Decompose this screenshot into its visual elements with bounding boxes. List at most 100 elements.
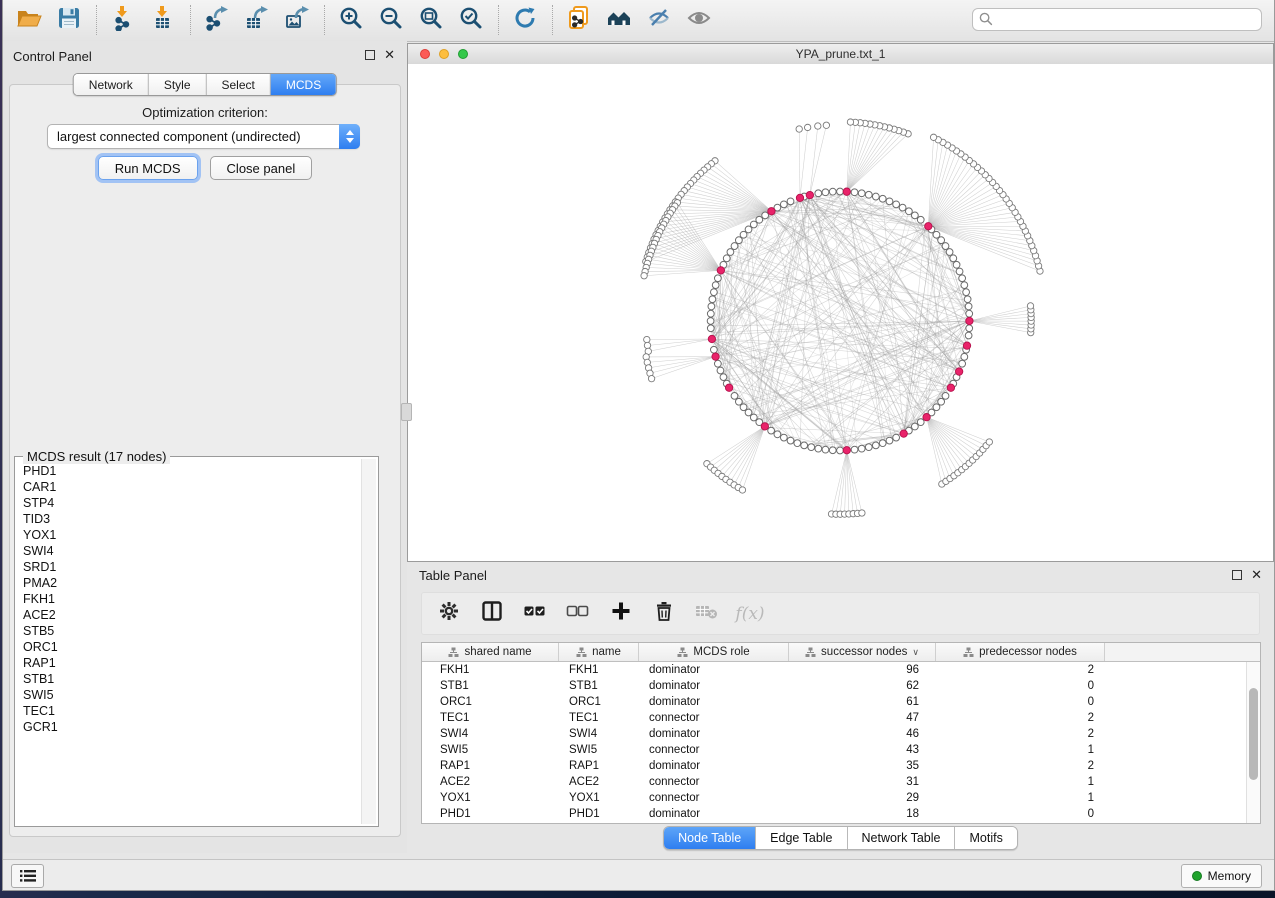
network-canvas[interactable] — [408, 64, 1273, 561]
import-table-button[interactable] — [143, 4, 183, 36]
import-table-icon — [150, 5, 176, 36]
network-window-titlebar[interactable]: YPA_prune.txt_1 — [408, 44, 1273, 65]
run-mcds-button[interactable]: Run MCDS — [98, 156, 198, 180]
toolbar-separator — [552, 5, 553, 35]
table-cell: SWI4 — [559, 728, 639, 740]
panel-divider-grip[interactable] — [401, 403, 412, 421]
column-header-shared-name[interactable]: shared name — [422, 643, 559, 661]
network-graph[interactable] — [408, 64, 1273, 561]
mcds-result-item[interactable]: FKH1 — [17, 591, 360, 607]
table-row[interactable]: ORC1ORC1dominator610 — [422, 694, 1260, 710]
refresh-icon — [512, 5, 538, 36]
table-tab-motifs[interactable]: Motifs — [955, 827, 1016, 849]
table-row[interactable]: SWI4SWI4dominator462 — [422, 726, 1260, 742]
table-row[interactable]: YOX1YOX1connector291 — [422, 790, 1260, 806]
control-panel: Control Panel ✕ NetworkStyleSelectMCDS O… — [3, 41, 407, 853]
mcds-result-list[interactable]: PHD1CAR1STP4TID3YOX1SWI4SRD1PMA2FKH1ACE2… — [17, 463, 360, 824]
mcds-list-scrollbar[interactable] — [361, 459, 376, 824]
column-tree-icon — [805, 647, 816, 658]
table-row[interactable]: ACE2ACE2connector311 — [422, 774, 1260, 790]
share-document-button[interactable] — [559, 4, 599, 36]
table-cell: SWI5 — [559, 744, 639, 756]
mcds-result-item[interactable]: SRD1 — [17, 559, 360, 575]
float-table-panel-icon[interactable] — [1232, 570, 1242, 580]
create-column-button[interactable] — [609, 602, 633, 626]
mcds-result-item[interactable]: YOX1 — [17, 527, 360, 543]
table-mode-gear-icon — [438, 600, 460, 627]
zoom-out-button[interactable] — [371, 4, 411, 36]
save-session-icon — [56, 5, 82, 36]
close-panel-icon[interactable]: ✕ — [384, 50, 395, 60]
table-tab-node-table[interactable]: Node Table — [664, 827, 756, 849]
table-tab-edge-table[interactable]: Edge Table — [756, 827, 847, 849]
mcds-result-item[interactable]: RAP1 — [17, 655, 360, 671]
table-row[interactable]: RAP1RAP1dominator352 — [422, 758, 1260, 774]
deselect-all-columns-button[interactable] — [566, 602, 590, 626]
close-panel-button[interactable]: Close panel — [210, 156, 313, 180]
zoom-selected-button[interactable] — [451, 4, 491, 36]
mcds-result-item[interactable]: ORC1 — [17, 639, 360, 655]
control-panel-tab-select[interactable]: Select — [207, 74, 271, 95]
mcds-result-item[interactable]: CAR1 — [17, 479, 360, 495]
mcds-result-item[interactable]: TEC1 — [17, 703, 360, 719]
delete-column-button[interactable] — [652, 602, 676, 626]
open-file-button[interactable] — [9, 4, 49, 36]
mcds-result-item[interactable]: GCR1 — [17, 719, 360, 735]
zoom-fit-button[interactable] — [411, 4, 451, 36]
show-log-button[interactable] — [11, 864, 44, 888]
export-network-button[interactable] — [197, 4, 237, 36]
column-header-mcds-role[interactable]: MCDS role — [639, 643, 789, 661]
export-table-button[interactable] — [237, 4, 277, 36]
refresh-button[interactable] — [505, 4, 545, 36]
mcds-result-item[interactable]: ACE2 — [17, 607, 360, 623]
select-all-columns-button[interactable] — [523, 602, 547, 626]
table-cell: 1 — [936, 792, 1105, 804]
table-scrollbar-thumb[interactable] — [1249, 688, 1258, 780]
criterion-dropdown-value: largest connected component (undirected) — [57, 129, 301, 144]
birds-eye-button[interactable] — [679, 4, 719, 36]
table-row[interactable]: STB1STB1dominator620 — [422, 678, 1260, 694]
toggle-graphics-details-button[interactable] — [639, 4, 679, 36]
table-cell: YOX1 — [559, 792, 639, 804]
delete-table-button — [695, 602, 719, 626]
table-cell: 1 — [936, 776, 1105, 788]
export-image-button[interactable] — [277, 4, 317, 36]
table-panel-title: Table Panel — [419, 568, 487, 583]
control-panel-tab-mcds[interactable]: MCDS — [271, 74, 336, 95]
mcds-result-item[interactable]: PHD1 — [17, 463, 360, 479]
zoom-in-button[interactable] — [331, 4, 371, 36]
control-panel-tab-network[interactable]: Network — [74, 74, 149, 95]
table-cell: 18 — [789, 808, 936, 820]
float-panel-icon[interactable] — [365, 50, 375, 60]
mcds-result-item[interactable]: STB5 — [17, 623, 360, 639]
toolbar-separator — [96, 5, 97, 35]
table-cell: FKH1 — [422, 664, 559, 676]
table-row[interactable]: PHD1PHD1dominator180 — [422, 806, 1260, 822]
mcds-result-item[interactable]: STP4 — [17, 495, 360, 511]
search-input[interactable] — [972, 8, 1262, 31]
mcds-result-item[interactable]: TID3 — [17, 511, 360, 527]
save-session-button[interactable] — [49, 4, 89, 36]
table-row[interactable]: TEC1TEC1connector472 — [422, 710, 1260, 726]
mcds-result-item[interactable]: PMA2 — [17, 575, 360, 591]
table-toolbar: f(x) — [421, 592, 1260, 635]
show-columns-button[interactable] — [480, 602, 504, 626]
mcds-result-item[interactable]: SWI4 — [17, 543, 360, 559]
control-panel-tab-style[interactable]: Style — [149, 74, 207, 95]
table-mode-gear-button[interactable] — [437, 602, 461, 626]
memory-button[interactable]: Memory — [1181, 864, 1262, 888]
table-scrollbar[interactable] — [1246, 662, 1260, 823]
houses-button[interactable] — [599, 4, 639, 36]
column-tree-icon — [576, 647, 587, 658]
table-row[interactable]: FKH1FKH1dominator962 — [422, 662, 1260, 678]
criterion-dropdown[interactable]: largest connected component (undirected) — [47, 124, 360, 149]
import-network-button[interactable] — [103, 4, 143, 36]
table-tab-network-table[interactable]: Network Table — [848, 827, 956, 849]
mcds-result-item[interactable]: STB1 — [17, 671, 360, 687]
table-row[interactable]: SWI5SWI5connector431 — [422, 742, 1260, 758]
mcds-result-item[interactable]: SWI5 — [17, 687, 360, 703]
close-table-panel-icon[interactable]: ✕ — [1251, 570, 1262, 580]
column-header-predecessor-nodes[interactable]: predecessor nodes — [936, 643, 1105, 661]
column-header-successor-nodes[interactable]: successor nodes∨ — [789, 643, 936, 661]
column-header-name[interactable]: name — [559, 643, 639, 661]
